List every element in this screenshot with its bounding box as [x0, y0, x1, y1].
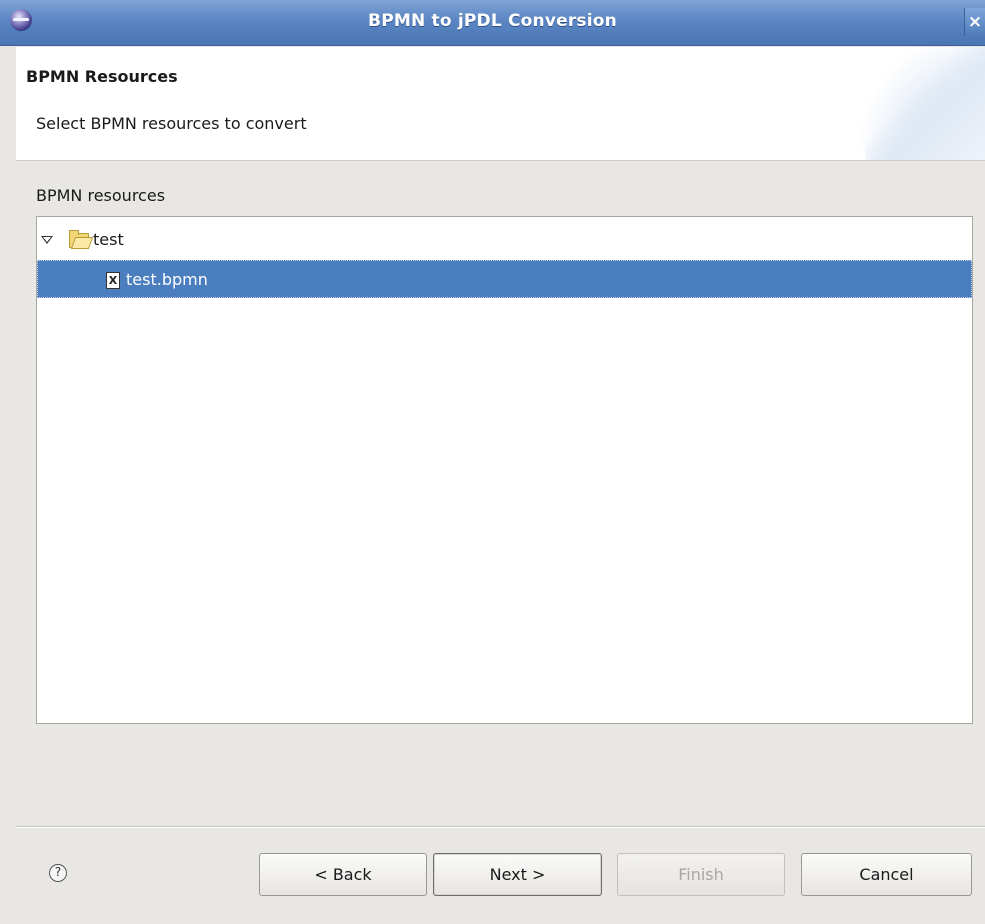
tree-item-label: test: [93, 230, 124, 249]
tree-item-file[interactable]: X test.bpmn: [37, 260, 972, 298]
back-button[interactable]: < Back: [259, 853, 427, 896]
footer-separator: [16, 826, 985, 828]
resources-tree[interactable]: test X test.bpmn: [36, 216, 973, 724]
expand-triangle-icon[interactable]: [41, 236, 53, 244]
window-title: BPMN to jPDL Conversion: [368, 11, 617, 31]
page-title: BPMN Resources: [26, 67, 178, 86]
xml-file-icon: X: [106, 272, 120, 289]
banner-graphic-overlay: [865, 47, 985, 160]
cancel-button[interactable]: Cancel: [801, 853, 972, 896]
banner-left-strip: [0, 47, 16, 160]
next-button[interactable]: Next >: [433, 853, 602, 896]
help-icon[interactable]: ?: [49, 864, 67, 882]
folder-open-icon: [69, 230, 89, 248]
tree-item-folder[interactable]: test: [37, 221, 972, 259]
tree-item-label: test.bpmn: [126, 270, 208, 289]
wizard-banner: BPMN Resources Select BPMN resources to …: [16, 47, 985, 161]
finish-button[interactable]: Finish: [617, 853, 785, 896]
resources-label: BPMN resources: [36, 186, 166, 205]
page-description: Select BPMN resources to convert: [36, 114, 307, 133]
close-button[interactable]: ×: [964, 8, 985, 36]
title-bar[interactable]: BPMN to jPDL Conversion ×: [0, 0, 985, 46]
